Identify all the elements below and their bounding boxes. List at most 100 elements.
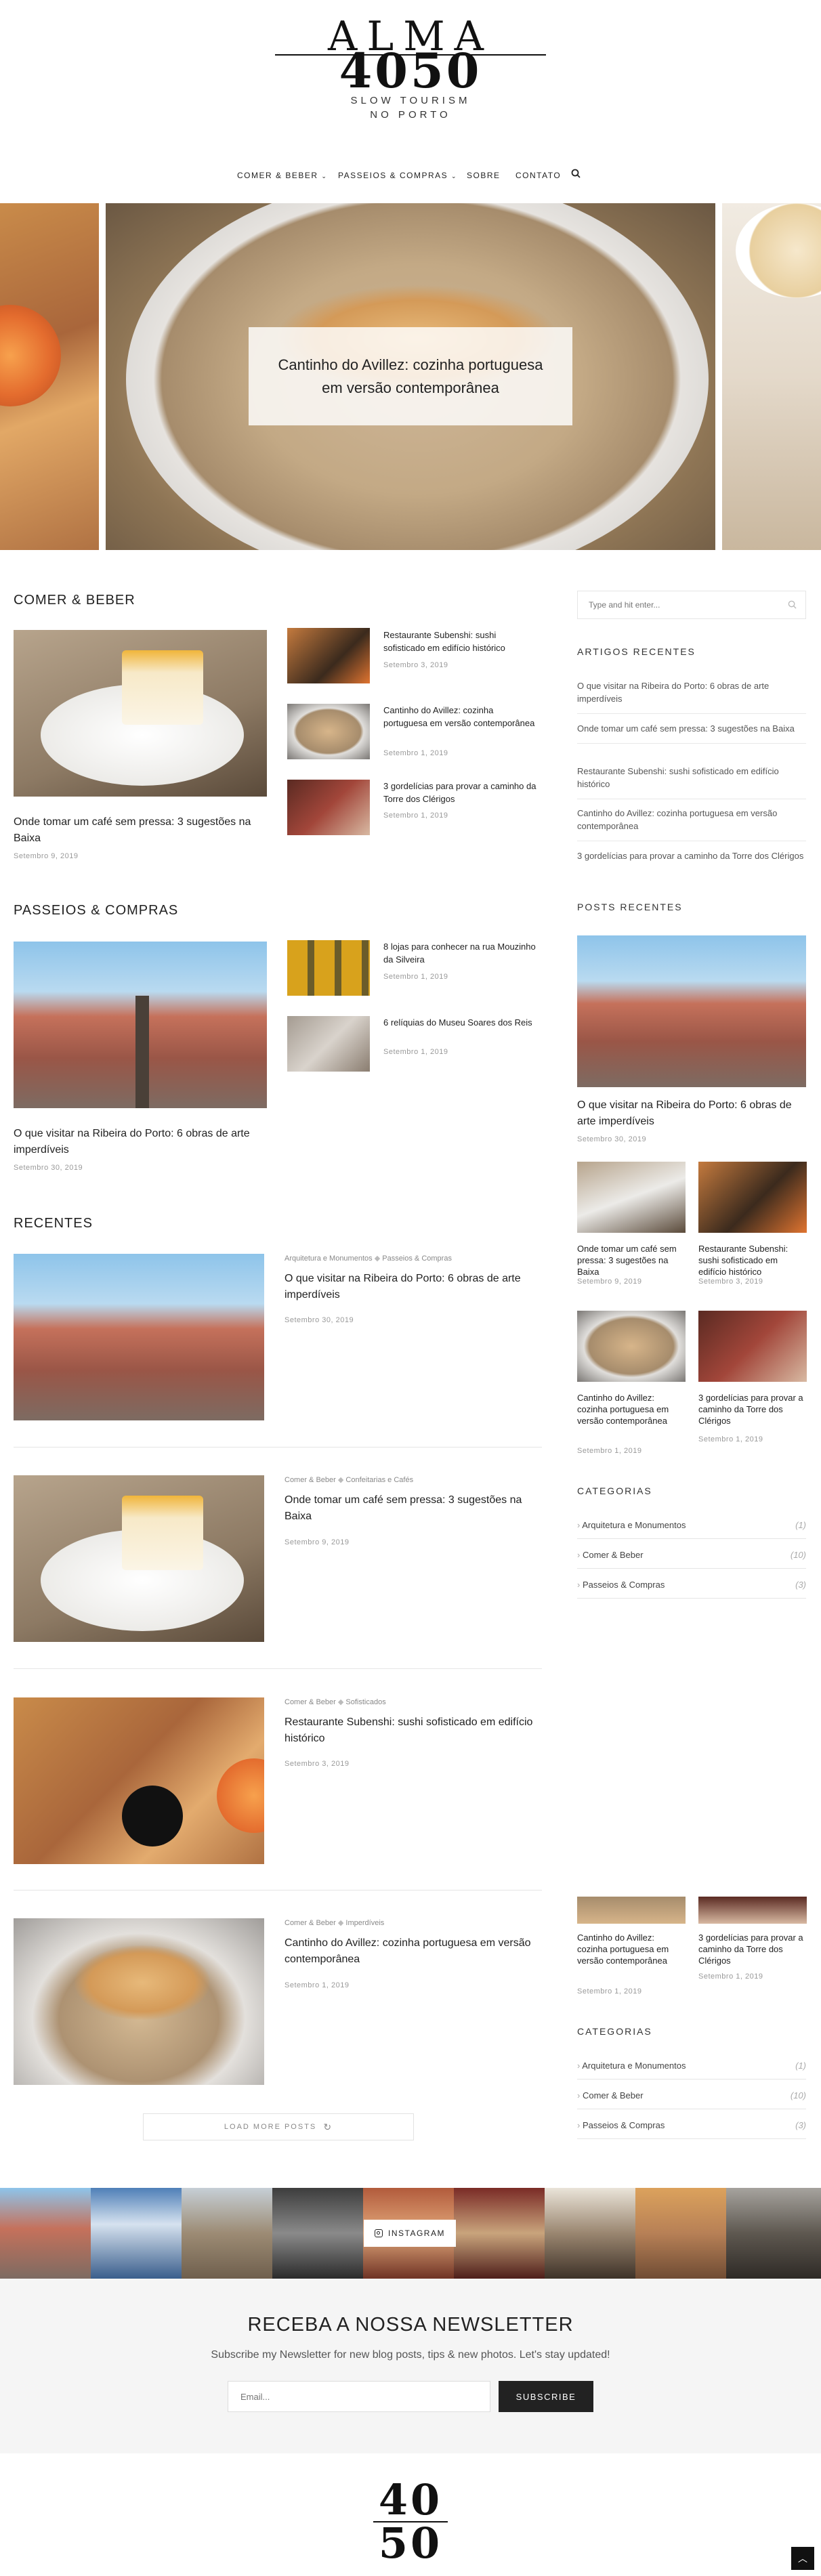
load-more-button[interactable]: LOAD MORE POSTS ↻ (143, 2113, 414, 2140)
sidebar-post-thumb[interactable] (577, 1311, 686, 1382)
instagram-photo[interactable] (726, 2188, 821, 2279)
instagram-photo[interactable] (454, 2188, 545, 2279)
recent-article-link[interactable]: Onde tomar um café sem pressa: 3 sugestõ… (577, 722, 806, 744)
recent-post-image[interactable] (14, 1475, 264, 1642)
sticky-post-thumb[interactable] (577, 1897, 686, 1924)
category-item[interactable]: › Comer & Beber (10) (577, 1539, 806, 1569)
site-header: ALMA 4050 SLOW TOURISM NO PORTO Comer & … (0, 0, 821, 203)
slide-image-right[interactable] (722, 203, 821, 550)
slide-image-left[interactable] (0, 203, 99, 550)
category-item[interactable]: › Passeios & Compras (3) (577, 1569, 806, 1599)
instagram-photo[interactable] (545, 2188, 635, 2279)
category-item[interactable]: › Comer & Beber (10) (577, 2079, 806, 2109)
recent-post-date: Setembro 30, 2019 (285, 1316, 354, 1324)
category-link[interactable]: Comer & Beber (285, 1698, 336, 1706)
instagram-photo[interactable] (182, 2188, 272, 2279)
back-to-top-button[interactable]: ︿ (791, 2547, 814, 2570)
instagram-photo[interactable] (91, 2188, 182, 2279)
sticky-post-date: Setembro 1, 2019 (577, 1987, 642, 1996)
logo[interactable]: ALMA 4050 SLOW TOURISM NO PORTO (271, 15, 550, 134)
list-item-date: Setembro 1, 2019 (383, 811, 448, 820)
comer-main-image[interactable] (14, 630, 267, 797)
category-link[interactable]: Imperdíveis (345, 1919, 384, 1927)
chevron-right-icon: › (577, 2061, 581, 2071)
instagram-photo[interactable] (0, 2188, 91, 2279)
recent-post-title[interactable]: O que visitar na Ribeira do Porto: 6 obr… (285, 1271, 542, 1303)
recent-article-link[interactable]: O que visitar na Ribeira do Porto: 6 obr… (577, 679, 806, 714)
instagram-photo[interactable] (635, 2188, 726, 2279)
caviar-image (122, 1786, 183, 1846)
sidebar-search[interactable] (577, 591, 806, 619)
nav-item-comer-beber[interactable]: Comer & Beber ⌄ (237, 171, 327, 180)
sticky-post-date: Setembro 1, 2019 (698, 1972, 763, 1981)
nav-item-passeios-compras[interactable]: Passeios & Compras ⌄ (338, 171, 457, 180)
nav-item-sobre[interactable]: Sobre (467, 171, 501, 180)
sidebar-post-title[interactable]: Cantinho do Avillez: cozinha portuguesa … (577, 1392, 686, 1427)
list-item-title[interactable]: 3 gordelícias para provar a caminho da T… (383, 780, 539, 805)
sidebar-post-title[interactable]: Onde tomar um café sem pressa: 3 sugestõ… (577, 1243, 686, 1278)
categorias-title: Categorias (577, 1485, 652, 1496)
recent-article-link[interactable]: Cantinho do Avillez: cozinha portuguesa … (577, 807, 806, 841)
passeios-main-image[interactable] (14, 942, 267, 1108)
cake-image (122, 650, 203, 725)
sidebar-post-thumb[interactable] (577, 1162, 686, 1233)
logo-line (275, 54, 546, 56)
sidebar-post-title[interactable]: Restaurante Subenshi: sushi sofisticado … (698, 1243, 807, 1278)
category-link[interactable]: Comer & Beber (285, 1919, 336, 1927)
instagram-photo[interactable] (272, 2188, 363, 2279)
list-item-thumb[interactable] (287, 940, 370, 996)
category-item[interactable]: › Passeios & Compras (3) (577, 2109, 806, 2139)
recent-post-title[interactable]: Restaurante Subenshi: sushi sofisticado … (285, 1714, 542, 1747)
passeios-main-title[interactable]: O que visitar na Ribeira do Porto: 6 obr… (14, 1126, 267, 1158)
section-title-recentes: Recentes (14, 1216, 93, 1231)
list-item-thumb[interactable] (287, 1016, 370, 1072)
sidebar-post-main-title[interactable]: O que visitar na Ribeira do Porto: 6 obr… (577, 1097, 806, 1130)
search-input[interactable] (578, 591, 781, 618)
category-link[interactable]: Confeitarias e Cafés (345, 1476, 413, 1484)
list-item-title[interactable]: 6 relíquias do Museu Soares dos Reis (383, 1016, 539, 1029)
list-item-title[interactable]: Cantinho do Avillez: cozinha portuguesa … (383, 704, 539, 730)
footer-logo[interactable]: 40 50 (343, 2479, 478, 2576)
hero-caption[interactable]: Cantinho do Avillez: cozinha portuguesa … (249, 327, 572, 425)
sticky-post-thumb[interactable] (698, 1897, 807, 1924)
list-item-thumb[interactable] (287, 780, 370, 835)
recent-article-link[interactable]: 3 gordelícias para provar a caminho da T… (577, 849, 806, 870)
comer-main-title[interactable]: Onde tomar um café sem pressa: 3 sugestõ… (14, 814, 267, 847)
list-item-date: Setembro 3, 2019 (383, 661, 448, 669)
hero-slider[interactable]: Cantinho do Avillez: cozinha portuguesa … (0, 203, 821, 550)
recent-post-title[interactable]: Cantinho do Avillez: cozinha portuguesa … (285, 1935, 542, 1968)
slide-image-main[interactable]: Cantinho do Avillez: cozinha portuguesa … (106, 203, 715, 550)
email-field[interactable] (228, 2381, 490, 2412)
search-icon[interactable] (571, 169, 581, 180)
nav-item-contato[interactable]: Contato (515, 171, 561, 180)
sidebar-post-title[interactable]: 3 gordelícias para provar a caminho da T… (698, 1392, 807, 1427)
recent-post-image[interactable] (14, 1697, 264, 1864)
newsletter-subtitle: Subscribe my Newsletter for new blog pos… (211, 2349, 610, 2361)
recent-post-title[interactable]: Onde tomar um café sem pressa: 3 sugestõ… (285, 1492, 542, 1525)
newsletter-title: RECEBA A NOSSA NEWSLETTER (247, 2314, 574, 2336)
sidebar-post-thumb[interactable] (698, 1311, 807, 1382)
instagram-button[interactable]: INSTAGRAM (364, 2220, 456, 2247)
category-link[interactable]: Passeios & Compras (382, 1254, 452, 1263)
recent-post-image[interactable] (14, 1254, 264, 1420)
category-link[interactable]: Comer & Beber (285, 1476, 336, 1484)
subscribe-button[interactable]: SUBSCRIBE (499, 2381, 593, 2412)
category-link[interactable]: Arquitetura e Monumentos (285, 1254, 373, 1263)
sticky-post-title[interactable]: Cantinho do Avillez: cozinha portuguesa … (577, 1932, 686, 1966)
search-icon[interactable] (788, 600, 797, 612)
section-title-comer: Comer & Beber (14, 593, 135, 608)
sticky-post-title[interactable]: 3 gordelícias para provar a caminho da T… (698, 1932, 807, 1966)
category-item[interactable]: › Arquitetura e Monumentos (1) (577, 2050, 806, 2079)
sidebar-post-main-image[interactable] (577, 935, 806, 1087)
sidebar-post-thumb[interactable] (698, 1162, 807, 1233)
list-item-title[interactable]: 8 lojas para conhecer na rua Mouzinho da… (383, 940, 539, 966)
category-link[interactable]: Sofisticados (345, 1698, 385, 1706)
list-item-thumb[interactable] (287, 628, 370, 683)
list-item-thumb[interactable] (287, 704, 370, 759)
recent-article-link[interactable]: Restaurante Subenshi: sushi sofisticado … (577, 765, 806, 799)
category-item[interactable]: › Arquitetura e Monumentos (1) (577, 1509, 806, 1539)
hero-title[interactable]: Cantinho do Avillez: cozinha portuguesa … (276, 354, 545, 400)
list-item-title[interactable]: Restaurante Subenshi: sushi sofisticado … (383, 629, 539, 654)
recent-post-image[interactable] (14, 1918, 264, 2085)
sidebar-post-date: Setembro 9, 2019 (577, 1278, 642, 1286)
